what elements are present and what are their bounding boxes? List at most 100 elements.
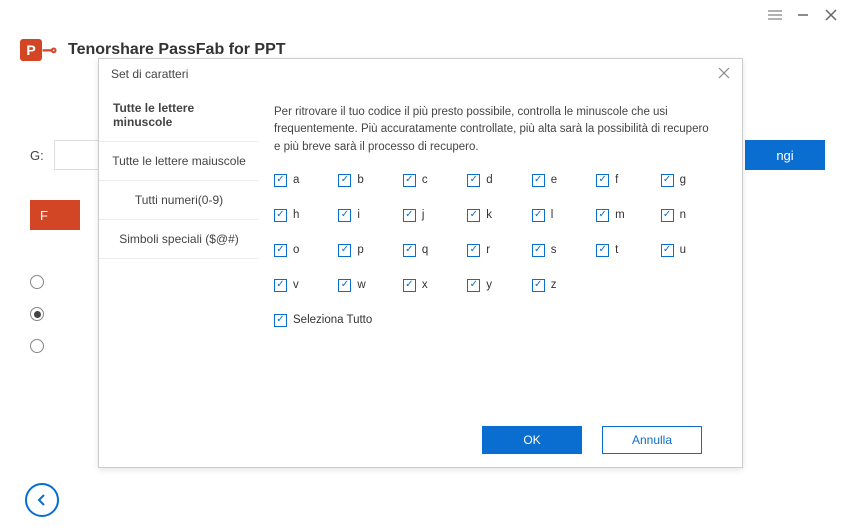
char-cell-c[interactable]: c [403, 174, 459, 187]
char-checkbox[interactable] [403, 174, 416, 187]
char-cell-q[interactable]: q [403, 244, 459, 257]
char-cell-a[interactable]: a [274, 174, 330, 187]
char-cell-h[interactable]: h [274, 209, 330, 222]
char-cell-g[interactable]: g [661, 174, 717, 187]
char-checkbox[interactable] [274, 209, 287, 222]
char-cell-v[interactable]: v [274, 279, 330, 292]
char-checkbox[interactable] [338, 279, 351, 292]
sidebar-item-numbers[interactable]: Tutti numeri(0-9) [99, 181, 259, 220]
char-cell-w[interactable]: w [338, 279, 394, 292]
char-cell-o[interactable]: o [274, 244, 330, 257]
char-checkbox[interactable] [467, 279, 480, 292]
char-checkbox[interactable] [596, 174, 609, 187]
char-cell-e[interactable]: e [532, 174, 588, 187]
dialog-title: Set di caratteri [111, 67, 188, 81]
app-logo: P ⊸ [20, 35, 60, 65]
char-checkbox[interactable] [532, 174, 545, 187]
char-cell-z[interactable]: z [532, 279, 588, 292]
char-label: x [422, 279, 428, 291]
dialog-header: Set di caratteri [99, 59, 742, 89]
char-checkbox[interactable] [338, 244, 351, 257]
char-label: s [551, 244, 557, 256]
char-checkbox[interactable] [661, 209, 674, 222]
dialog-sidebar: Tutte le lettere minuscole Tutte le lett… [99, 89, 259, 412]
character-set-dialog: Set di caratteri Tutte le lettere minusc… [98, 58, 743, 468]
char-label: c [422, 174, 428, 186]
char-label: f [615, 174, 618, 186]
char-cell-m[interactable]: m [596, 209, 652, 222]
char-checkbox[interactable] [596, 244, 609, 257]
char-label: g [680, 174, 686, 186]
char-label: e [551, 174, 557, 186]
char-label: o [293, 244, 299, 256]
char-cell-l[interactable]: l [532, 209, 588, 222]
char-cell-s[interactable]: s [532, 244, 588, 257]
char-label: b [357, 174, 363, 186]
char-checkbox[interactable] [274, 174, 287, 187]
char-cell-f[interactable]: f [596, 174, 652, 187]
sidebar-item-symbols[interactable]: Simboli speciali ($@#) [99, 220, 259, 259]
char-cell-x[interactable]: x [403, 279, 459, 292]
dialog-close-button[interactable] [718, 66, 730, 83]
char-label: t [615, 244, 618, 256]
minimize-button[interactable] [789, 1, 817, 29]
dialog-main: Per ritrovare il tuo codice il più prest… [259, 89, 742, 412]
char-label: d [486, 174, 492, 186]
char-cell-u[interactable]: u [661, 244, 717, 257]
select-all-row[interactable]: Seleziona Tutto [274, 314, 717, 327]
logo-p-icon: P [20, 39, 42, 61]
ok-button[interactable]: OK [482, 426, 582, 454]
char-cell-d[interactable]: d [467, 174, 523, 187]
char-label: u [680, 244, 686, 256]
bg-button[interactable]: ngi [745, 140, 825, 170]
char-checkbox[interactable] [467, 209, 480, 222]
char-checkbox[interactable] [274, 279, 287, 292]
char-label: a [293, 174, 299, 186]
back-button[interactable] [25, 483, 59, 517]
radio-icon [30, 339, 44, 353]
char-checkbox[interactable] [403, 244, 416, 257]
char-checkbox[interactable] [403, 209, 416, 222]
char-checkbox[interactable] [532, 279, 545, 292]
radio-icon [30, 307, 44, 321]
char-checkbox[interactable] [338, 209, 351, 222]
character-grid: a b c d e f g h i j klm n o p q r s t u v w x y z [274, 174, 717, 292]
char-checkbox[interactable] [467, 174, 480, 187]
select-all-checkbox[interactable] [274, 314, 287, 327]
char-cell-t[interactable]: t [596, 244, 652, 257]
char-cell-n[interactable]: n [661, 209, 717, 222]
cancel-button[interactable]: Annulla [602, 426, 702, 454]
char-checkbox[interactable] [532, 244, 545, 257]
char-cell-y[interactable]: y [467, 279, 523, 292]
char-checkbox[interactable] [467, 244, 480, 257]
char-checkbox[interactable] [661, 174, 674, 187]
char-checkbox[interactable] [596, 209, 609, 222]
sidebar-item-uppercase[interactable]: Tutte le lettere maiuscole [99, 142, 259, 181]
char-cell-j[interactable]: j [403, 209, 459, 222]
char-label: n [680, 209, 686, 221]
char-label: j [422, 209, 425, 221]
char-cell-p[interactable]: p [338, 244, 394, 257]
close-window-button[interactable] [817, 1, 845, 29]
bg-redbar: F [30, 200, 80, 230]
dialog-footer: OK Annulla [99, 412, 742, 467]
app-title: Tenorshare PassFab for PPT [68, 41, 286, 59]
instruction-text: Per ritrovare il tuo codice il più prest… [274, 104, 717, 156]
char-cell-b[interactable]: b [338, 174, 394, 187]
char-cell-k[interactable]: k [467, 209, 523, 222]
char-checkbox[interactable] [338, 174, 351, 187]
char-label: w [357, 279, 365, 291]
char-cell-i[interactable]: i [338, 209, 394, 222]
bg-label: G: [30, 148, 44, 163]
char-checkbox[interactable] [274, 244, 287, 257]
char-label: q [422, 244, 428, 256]
char-label: y [486, 279, 492, 291]
window-menu-button[interactable] [761, 1, 789, 29]
sidebar-item-lowercase[interactable]: Tutte le lettere minuscole [99, 89, 259, 142]
char-label: i [357, 209, 360, 221]
char-cell-r[interactable]: r [467, 244, 523, 257]
titlebar [0, 0, 855, 30]
char-checkbox[interactable] [661, 244, 674, 257]
char-checkbox[interactable] [403, 279, 416, 292]
char-checkbox[interactable] [532, 209, 545, 222]
